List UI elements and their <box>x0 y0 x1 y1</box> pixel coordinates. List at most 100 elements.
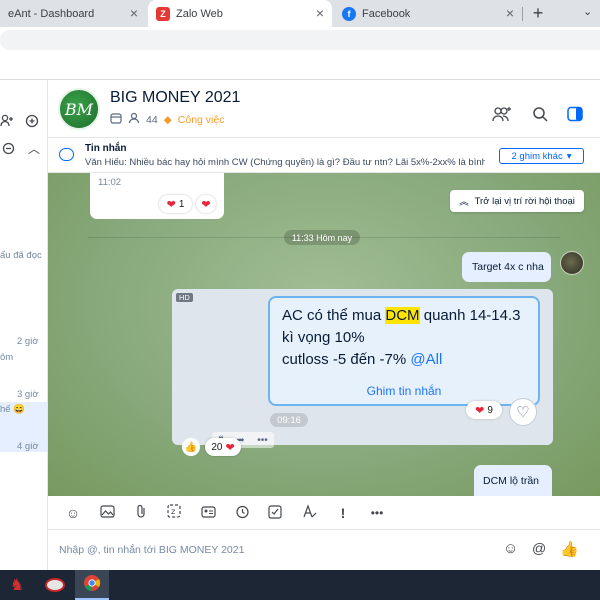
reaction-summary[interactable]: 20 ❤ <box>205 438 241 456</box>
heart-icon: ❤ <box>166 198 176 211</box>
facebook-favicon-icon: f <box>342 6 356 21</box>
search-icon[interactable] <box>532 106 548 126</box>
taskbar-app-1[interactable]: ♞ <box>0 570 34 600</box>
note-content[interactable]: AC có thể mua DCM quanh 14-14.3 kì vọng … <box>268 296 540 406</box>
double-chevron-up-icon: ︽ <box>459 197 469 208</box>
message-time: 09:16 <box>270 413 308 427</box>
day-divider: 11:33 Hôm nay <box>284 230 360 245</box>
mention-icon[interactable]: @ <box>532 540 546 556</box>
contact-card-icon[interactable] <box>199 504 217 522</box>
tab-search-chevron-icon[interactable]: ⌄ <box>583 5 592 18</box>
heart-icon: ❤ <box>225 441 235 454</box>
pin-message-link[interactable]: Ghim tin nhắn <box>270 384 538 398</box>
list-item-snippet: hế 😄 <box>0 404 26 415</box>
heart-icon: ❤ <box>201 198 211 211</box>
back-to-position-label: Trở lại vị trí rời hội thoại <box>474 195 575 207</box>
tab-title: Zalo Web <box>176 7 223 20</box>
message-input[interactable]: Nhập @, tin nhắn tới BIG MONEY 2021 <box>59 544 244 556</box>
mention-all[interactable]: @All <box>410 351 442 368</box>
task-icon[interactable] <box>266 504 284 522</box>
reaction-count: 9 <box>487 404 493 416</box>
group-info-icon[interactable] <box>110 112 122 127</box>
message-time: 11:02 <box>98 177 122 188</box>
more-pins-button[interactable]: 2 ghim khác ▾ <box>499 148 584 164</box>
highlighted-ticker: DCM <box>385 307 420 324</box>
like-icon[interactable]: 👍 <box>182 438 200 456</box>
tab-title: Facebook <box>362 7 411 20</box>
zalo-favicon-icon: Z <box>156 6 170 21</box>
tab-zalo-web[interactable]: Z Zalo Web × <box>148 0 332 27</box>
reaction-summary[interactable]: ❤ 9 <box>466 401 502 419</box>
filter-icon[interactable] <box>2 142 15 158</box>
message-text: DCM lộ trần <box>483 475 540 487</box>
caret-down-icon: ▾ <box>566 150 572 162</box>
emoji-icon[interactable]: ☺ <box>503 540 518 557</box>
message-text: Target 4x c nha <box>472 261 544 273</box>
thumbs-up-icon[interactable]: 👍 <box>560 540 579 558</box>
address-bar[interactable] <box>0 27 600 53</box>
heart-icon: ❤ <box>475 404 485 417</box>
reaction-summary[interactable]: ❤ 1 <box>159 195 192 213</box>
back-to-position-button[interactable]: ︽ Trở lại vị trí rời hội thoại <box>450 190 584 212</box>
tab-title: eAnt - Dashboard <box>8 7 95 20</box>
message-dcm[interactable]: DCM lộ trần <box>474 465 552 496</box>
add-friend-icon[interactable] <box>0 114 14 131</box>
browser-tab-strip: eAnt - Dashboard × Z Zalo Web × f Facebo… <box>0 0 600 27</box>
chrome-icon <box>83 574 101 595</box>
tab-facebook[interactable]: f Facebook × <box>334 0 522 27</box>
react-heart-button[interactable]: ♡ <box>509 398 537 426</box>
react-heart-button[interactable]: ❤ <box>196 195 216 213</box>
reaction-count: 1 <box>178 198 185 210</box>
tag-icon: ◆ <box>163 113 172 126</box>
image-icon[interactable] <box>98 504 116 522</box>
more-options-icon[interactable]: ••• <box>257 435 268 446</box>
more-pins-label: 2 ghim khác <box>511 150 563 162</box>
shared-note-card[interactable]: HD AC có thể mua DCM quanh 14-14.3 kì vọ… <box>172 289 553 448</box>
pinned-title: Tin nhắn <box>85 143 127 154</box>
message-target[interactable]: Target 4x c nha <box>462 252 551 282</box>
members-icon <box>128 112 140 127</box>
new-tab-button[interactable]: + <box>528 3 548 23</box>
more-tools-icon[interactable]: ••• <box>368 504 386 522</box>
attachment-icon[interactable] <box>132 504 150 522</box>
pinned-text[interactable]: Văn Hiếu: Nhiều bác hay hỏi mình CW (Chứ… <box>85 157 485 168</box>
message-composer[interactable]: Nhập @, tin nhắn tới BIG MONEY 2021 ☺ @ … <box>48 530 600 570</box>
reaction-count: 20 <box>211 441 223 453</box>
create-group-icon[interactable] <box>25 114 39 131</box>
add-member-icon[interactable] <box>492 106 512 126</box>
taskbar: ♞ <box>0 570 600 600</box>
svg-text:z: z <box>171 507 175 516</box>
chat-header: BM BIG MONEY 2021 44 ◆ Công việc <box>48 80 600 138</box>
bookmarks-bar <box>0 53 600 80</box>
note-line-2: kì vọng 10% <box>282 329 365 346</box>
list-item-time: 3 giờ <box>17 389 39 400</box>
close-tab-icon[interactable]: × <box>506 6 514 20</box>
reminder-clock-icon[interactable] <box>233 504 251 522</box>
tab-dashboard[interactable]: eAnt - Dashboard × <box>0 0 146 27</box>
list-item-time: 4 giờ <box>17 441 39 452</box>
note-line-3: cutloss -5 đến -7% @All <box>282 351 443 368</box>
sender-avatar[interactable] <box>560 251 584 275</box>
classification-tag[interactable]: Công việc <box>178 114 225 126</box>
member-count[interactable]: 44 <box>146 114 158 126</box>
group-avatar[interactable]: BM <box>58 88 100 130</box>
close-tab-icon[interactable]: × <box>316 6 324 20</box>
list-item-time: 2 giờ <box>17 336 39 347</box>
format-text-icon[interactable] <box>300 504 318 522</box>
list-item-snippet: ấu đã đọc <box>0 250 42 261</box>
note-line-1: AC có thể mua DCM quanh 14-14.3 <box>282 307 521 324</box>
taskbar-app-2[interactable] <box>38 570 72 600</box>
sticker-icon[interactable]: ☺ <box>64 504 82 522</box>
collapse-chevron-icon[interactable]: ︿ <box>28 140 40 157</box>
screenshot-icon[interactable]: z <box>165 504 183 522</box>
toggle-panel-icon[interactable] <box>567 106 583 126</box>
group-meta: 44 ◆ Công việc <box>110 112 224 127</box>
taskbar-chrome[interactable] <box>75 570 109 600</box>
group-name[interactable]: BIG MONEY 2021 <box>110 89 240 107</box>
urgent-icon[interactable]: ! <box>334 504 352 522</box>
close-tab-icon[interactable]: × <box>130 6 138 20</box>
conversation-list: ︿ ấu đã đọc 2 giờ ôm 3 giờ hế 😄 4 giờ <box>0 80 48 570</box>
pinned-message-bar[interactable]: Tin nhắn Văn Hiếu: Nhiều bác hay hỏi mìn… <box>48 139 600 173</box>
chat-area[interactable]: 11:02 ❤ 1 ❤ ︽ Trở lại vị trí rời hội tho… <box>48 173 600 496</box>
tab-separator <box>522 7 523 21</box>
